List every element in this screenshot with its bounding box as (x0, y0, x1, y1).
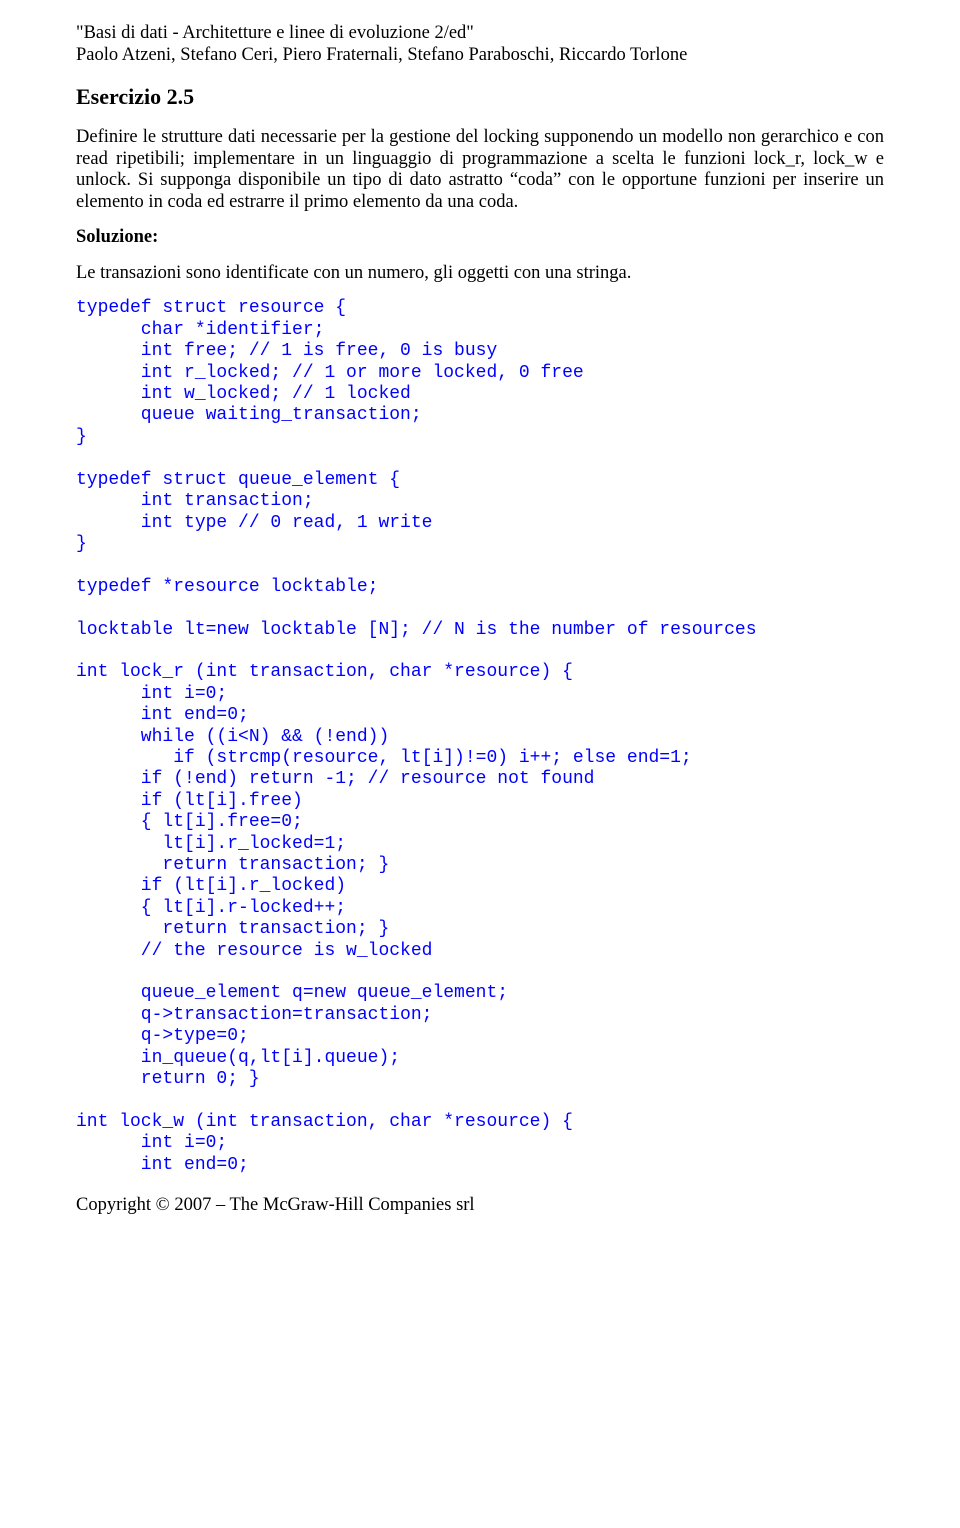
exercise-prompt: Definire le strutture dati necessarie pe… (76, 127, 884, 214)
code-block: typedef struct resource { char *identifi… (76, 298, 884, 1176)
book-title: Basi di dati - Architetture e linee di e… (76, 22, 884, 44)
exercise-title: Esercizio 2.5 (76, 84, 884, 110)
authors: Paolo Atzeni, Stefano Ceri, Piero Frater… (76, 44, 884, 66)
solution-intro: Le transazioni sono identificate con un … (76, 262, 884, 284)
copyright-footer: Copyright © 2007 – The McGraw-Hill Compa… (76, 1194, 884, 1216)
solution-label: Soluzione: (76, 226, 884, 248)
